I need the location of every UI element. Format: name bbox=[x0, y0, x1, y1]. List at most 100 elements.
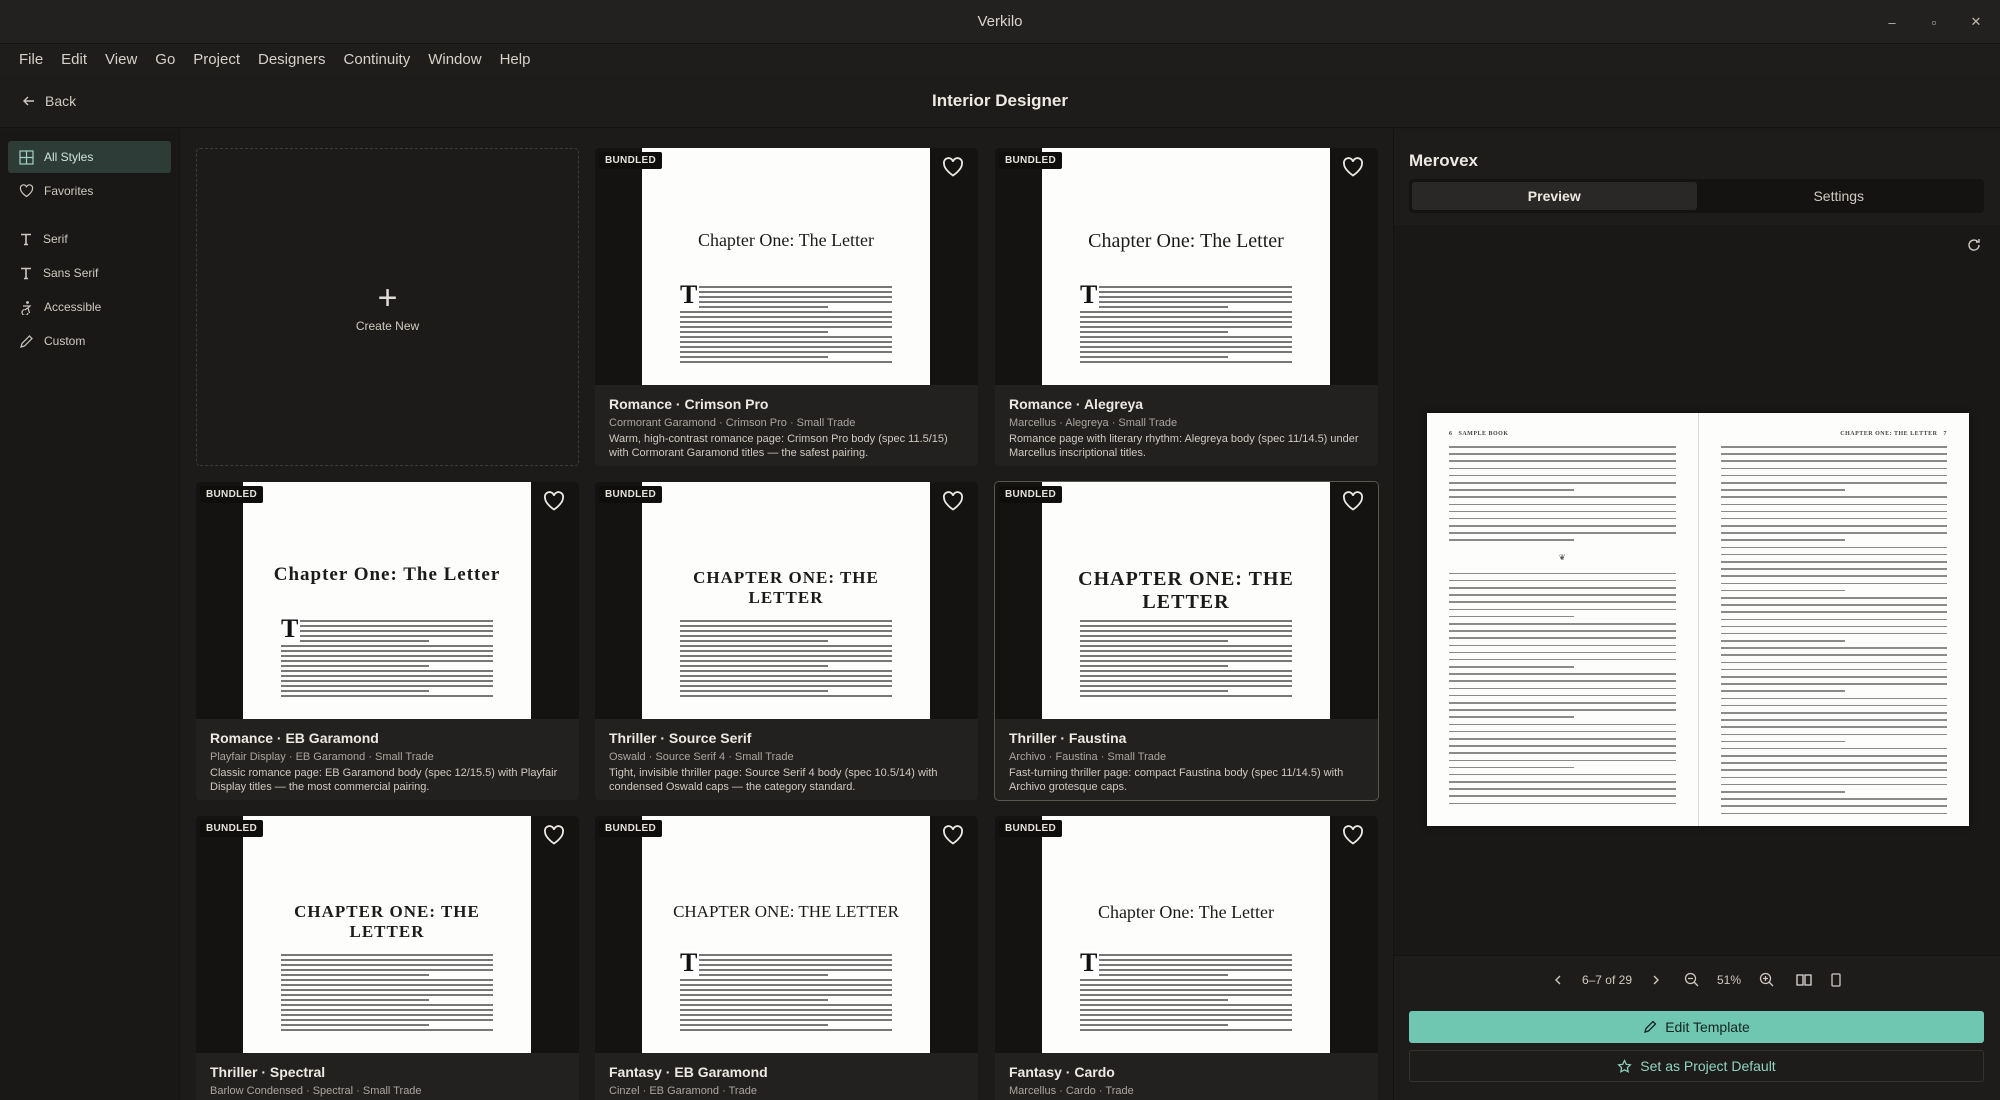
style-thumbnail: Chapter One: The Letter T BUNDLED bbox=[995, 816, 1378, 1053]
single-page-icon[interactable] bbox=[1830, 972, 1842, 987]
favorite-heart-icon[interactable] bbox=[940, 822, 966, 848]
set-default-button[interactable]: Set as Project Default bbox=[1409, 1050, 1984, 1082]
sample-page: Chapter One: The Letter T bbox=[1042, 816, 1330, 1053]
style-card[interactable]: CHAPTER ONE: THE LETTER T BUNDLED Fantasy ·… bbox=[595, 816, 978, 1100]
edit-template-label: Edit Template bbox=[1665, 1019, 1750, 1035]
chevron-left-icon[interactable] bbox=[1552, 974, 1564, 986]
main-area: All Styles Favorites Serif Sans Serif Ac… bbox=[0, 129, 2000, 1100]
refresh-icon[interactable] bbox=[1966, 237, 1982, 253]
style-thumbnail: Chapter One: The Letter T BUNDLED bbox=[196, 482, 579, 719]
style-thumbnail: CHAPTER ONE: THE LETTER T BUNDLED bbox=[595, 816, 978, 1053]
favorite-heart-icon[interactable] bbox=[1340, 154, 1366, 180]
style-card[interactable]: CHAPTER ONE: THE LETTER BUNDLED Thriller ·… bbox=[595, 482, 978, 800]
style-description: Warm, high-contrast romance page: Crimso… bbox=[609, 433, 948, 459]
window-controls: – ▫ ✕ bbox=[1886, 0, 1982, 44]
style-card[interactable]: Chapter One: The Letter T BUNDLED Romance ·… bbox=[595, 148, 978, 466]
menu-designers[interactable]: Designers bbox=[249, 51, 335, 68]
style-card[interactable]: Chapter One: The Letter T BUNDLED Fantasy ·… bbox=[995, 816, 1378, 1100]
chapter-heading: CHAPTER ONE: THE LETTER bbox=[294, 902, 480, 941]
menu-go[interactable]: Go bbox=[146, 51, 184, 68]
sidebar-item-sans-serif[interactable]: Sans Serif bbox=[8, 257, 171, 289]
sample-page: CHAPTER ONE: THE LETTER bbox=[1042, 482, 1330, 719]
edit-template-button[interactable]: Edit Template bbox=[1409, 1011, 1984, 1043]
chapter-heading: CHAPTER ONE: THE LETTER bbox=[673, 902, 899, 921]
create-new-label: Create New bbox=[355, 319, 420, 333]
chapter-heading: Chapter One: The Letter bbox=[273, 564, 501, 585]
style-fonts: Playfair Display · EB Garamond · Small T… bbox=[210, 751, 434, 763]
chapter-heading: Chapter One: The Letter bbox=[1097, 902, 1275, 922]
style-name: Fantasy · Cardo bbox=[1009, 1064, 1115, 1080]
sidebar-item-label: All Styles bbox=[44, 150, 94, 164]
style-fonts: Archivo · Faustina · Small Trade bbox=[1009, 751, 1167, 763]
drop-cap: T bbox=[680, 280, 700, 309]
section-ornament: ❦ bbox=[1558, 552, 1566, 562]
right-page: CHAPTER ONE: THE LETTER 7 bbox=[1699, 413, 1970, 826]
set-default-label: Set as Project Default bbox=[1640, 1058, 1776, 1074]
sidebar-item-all-styles[interactable]: All Styles bbox=[8, 141, 171, 173]
close-icon[interactable]: ✕ bbox=[1970, 14, 1982, 30]
body-text-lines bbox=[1080, 954, 1292, 1034]
menu-window[interactable]: Window bbox=[419, 51, 490, 68]
style-card[interactable]: CHAPTER ONE: THE LETTER BUNDLED Thriller ·… bbox=[994, 481, 1379, 801]
bundled-badge: BUNDLED bbox=[200, 486, 263, 503]
favorite-heart-icon[interactable] bbox=[541, 822, 567, 848]
menu-view[interactable]: View bbox=[96, 51, 146, 68]
create-new-card[interactable]: + Create New bbox=[196, 148, 579, 466]
spread-view-icon[interactable] bbox=[1796, 973, 1812, 987]
body-text-lines bbox=[680, 286, 892, 366]
style-description: Classic romance page: EB Garamond body (… bbox=[210, 767, 558, 793]
zoom-in-icon[interactable] bbox=[1759, 972, 1774, 987]
favorite-heart-icon[interactable] bbox=[541, 488, 567, 514]
style-thumbnail: Chapter One: The Letter T BUNDLED bbox=[595, 148, 978, 385]
left-page: 6 SAMPLE BOOK ❦ bbox=[1427, 413, 1699, 826]
tab-settings[interactable]: Settings bbox=[1697, 182, 1982, 210]
body-text-lines bbox=[680, 620, 892, 700]
preview-panel: Merovex Preview Settings 6 SAMPLE BOOK ❦… bbox=[1393, 129, 2000, 1100]
style-thumbnail: CHAPTER ONE: THE LETTER BUNDLED bbox=[995, 482, 1378, 719]
sidebar-item-label: Custom bbox=[44, 334, 86, 348]
page-number: 7 bbox=[1943, 431, 1947, 437]
style-description: Romance page with literary rhythm: Alegr… bbox=[1009, 433, 1359, 459]
back-button[interactable]: Back bbox=[22, 93, 76, 109]
sidebar-item-label: Serif bbox=[43, 232, 68, 246]
sidebar-item-custom[interactable]: Custom bbox=[8, 325, 171, 357]
menu-help[interactable]: Help bbox=[491, 51, 540, 68]
running-header: SAMPLE BOOK bbox=[1458, 431, 1509, 437]
style-card[interactable]: Chapter One: The Letter T BUNDLED Romance ·… bbox=[995, 148, 1378, 466]
favorite-heart-icon[interactable] bbox=[1340, 822, 1366, 848]
sample-page: Chapter One: The Letter T bbox=[1042, 148, 1330, 385]
chevron-right-icon[interactable] bbox=[1650, 974, 1662, 986]
sidebar-item-favorites[interactable]: Favorites bbox=[8, 175, 171, 207]
menu-project[interactable]: Project bbox=[184, 51, 249, 68]
bundled-badge: BUNDLED bbox=[999, 152, 1062, 169]
sample-page: Chapter One: The Letter T bbox=[642, 148, 930, 385]
plus-icon: + bbox=[377, 279, 398, 317]
menu-continuity[interactable]: Continuity bbox=[335, 51, 420, 68]
minimize-icon[interactable]: – bbox=[1886, 15, 1898, 30]
bundled-badge: BUNDLED bbox=[200, 820, 263, 837]
favorite-heart-icon[interactable] bbox=[940, 154, 966, 180]
drop-cap: T bbox=[281, 614, 301, 643]
zoom-out-icon[interactable] bbox=[1684, 972, 1699, 987]
style-thumbnail: CHAPTER ONE: THE LETTER BUNDLED bbox=[595, 482, 978, 719]
body-text-lines bbox=[281, 620, 493, 700]
sidebar-item-serif[interactable]: Serif bbox=[8, 223, 171, 255]
drop-cap: T bbox=[680, 948, 700, 977]
body-text-lines bbox=[281, 954, 493, 1034]
sidebar-item-accessible[interactable]: Accessible bbox=[8, 291, 171, 323]
page-title: Interior Designer bbox=[931, 90, 1069, 110]
menu-edit[interactable]: Edit bbox=[52, 51, 96, 68]
sidebar-item-label: Favorites bbox=[44, 184, 94, 198]
tab-preview[interactable]: Preview bbox=[1412, 182, 1697, 210]
style-name: Thriller · Source Serif bbox=[609, 730, 752, 746]
style-card[interactable]: Chapter One: The Letter T BUNDLED Romance ·… bbox=[196, 482, 579, 800]
style-thumbnail: Chapter One: The Letter T BUNDLED bbox=[995, 148, 1378, 385]
panel-title: Merovex bbox=[1409, 151, 1478, 170]
style-thumbnail: CHAPTER ONE: THE LETTER BUNDLED bbox=[196, 816, 579, 1053]
favorite-heart-icon[interactable] bbox=[940, 488, 966, 514]
style-fonts: Marcellus · Cardo · Trade bbox=[1009, 1085, 1134, 1097]
menu-file[interactable]: File bbox=[10, 51, 52, 68]
restore-icon[interactable]: ▫ bbox=[1928, 15, 1940, 30]
favorite-heart-icon[interactable] bbox=[1340, 488, 1366, 514]
style-card[interactable]: CHAPTER ONE: THE LETTER BUNDLED Thriller ·… bbox=[196, 816, 579, 1100]
